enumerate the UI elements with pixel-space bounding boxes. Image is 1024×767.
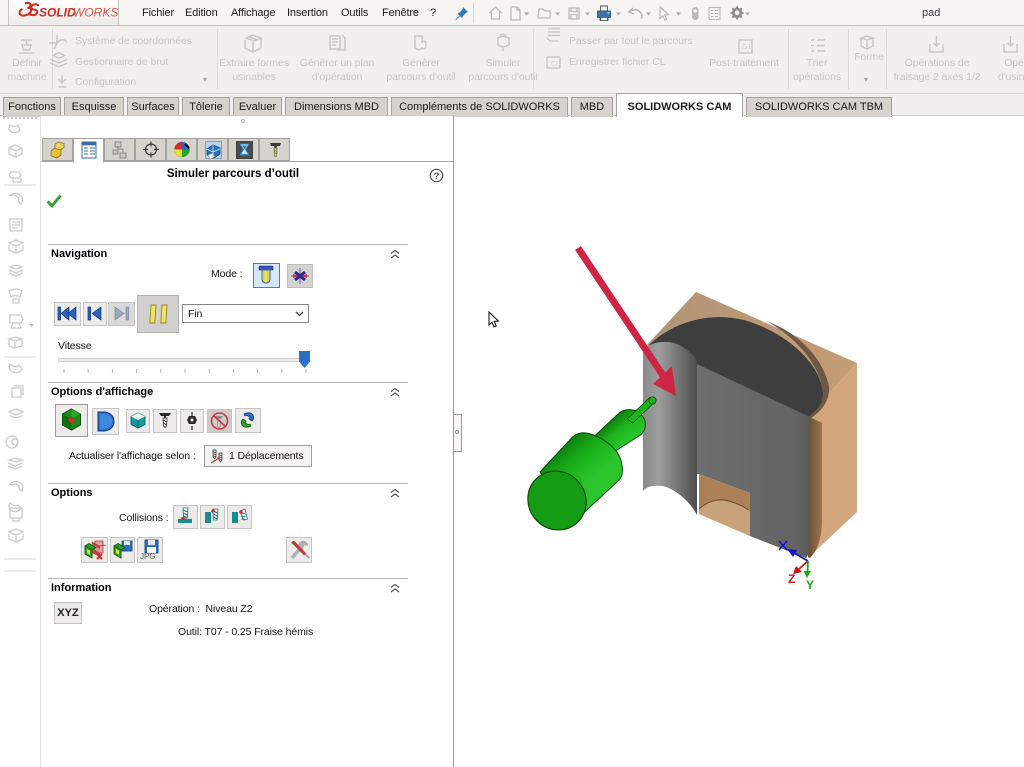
svg-text:Z: Z [788, 572, 795, 586]
svg-text:SOLID: SOLID [39, 6, 76, 20]
svg-text:G1: G1 [742, 44, 751, 51]
svg-text:WORKS: WORKS [73, 6, 118, 20]
svg-text:Y: Y [806, 578, 814, 592]
svg-text:?: ? [434, 171, 440, 182]
svg-text:CL: CL [551, 61, 560, 68]
svg-text:JPG: JPG [140, 552, 156, 561]
